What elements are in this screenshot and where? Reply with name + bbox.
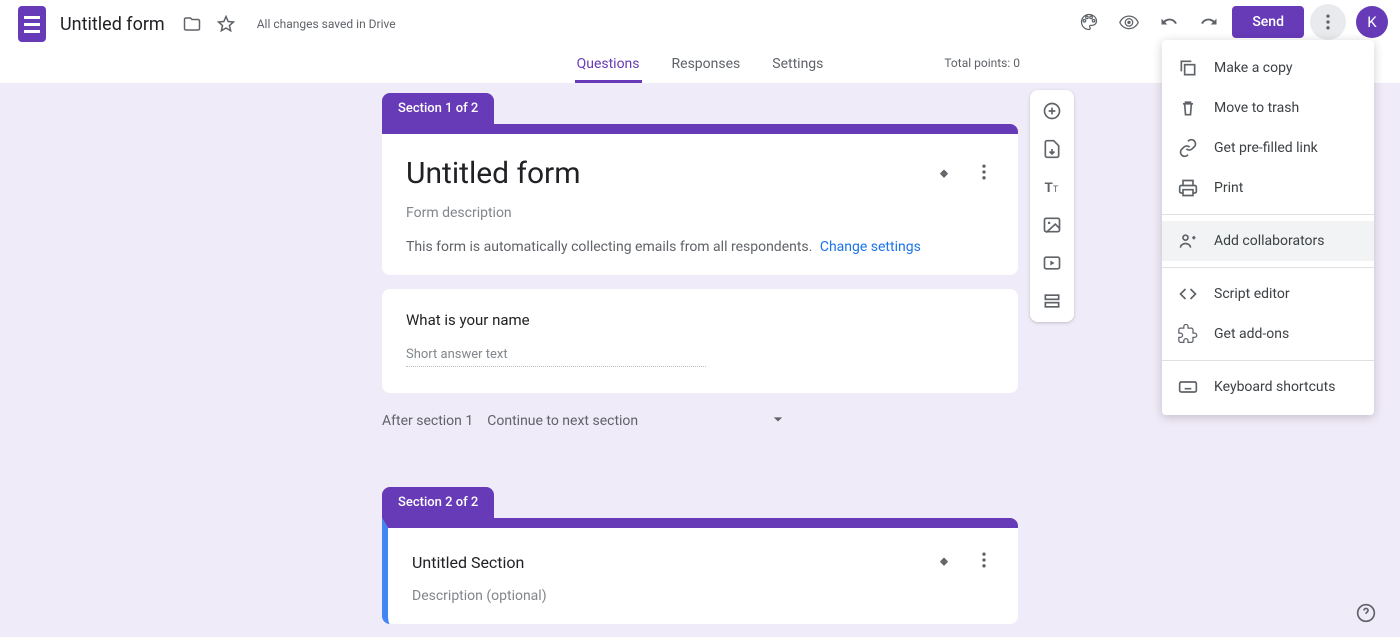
link-icon xyxy=(1178,138,1198,158)
account-avatar[interactable]: K xyxy=(1356,6,1388,38)
add-question-icon[interactable] xyxy=(1037,98,1067,124)
help-button[interactable] xyxy=(1352,599,1380,627)
tab-questions[interactable]: Questions xyxy=(575,48,642,83)
preview-icon[interactable] xyxy=(1112,5,1146,39)
more-menu-button[interactable] xyxy=(1310,4,1346,40)
floating-toolbar: TT xyxy=(1030,90,1074,322)
code-icon xyxy=(1178,284,1198,304)
change-settings-link[interactable]: Change settings xyxy=(820,239,921,255)
chevron-down-icon xyxy=(768,409,788,433)
more-menu-dropdown: Make a copy Move to trash Get pre-filled… xyxy=(1162,40,1374,415)
copy-icon xyxy=(1178,58,1198,78)
email-collection-notice: This form is automatically collecting em… xyxy=(406,239,994,255)
palette-icon[interactable] xyxy=(1072,5,1106,39)
document-title[interactable]: Untitled form xyxy=(60,14,165,35)
after-section-row: After section 1 Continue to next section xyxy=(382,409,1018,433)
menu-move-trash[interactable]: Move to trash xyxy=(1162,88,1374,128)
card-more-icon[interactable] xyxy=(974,162,994,186)
menu-prefilled-link[interactable]: Get pre-filled link xyxy=(1162,128,1374,168)
keyboard-icon xyxy=(1178,377,1198,397)
section-2-header-card[interactable]: Untitled Section Description (optional) xyxy=(382,518,1018,624)
forms-logo[interactable] xyxy=(12,4,52,44)
menu-get-addons[interactable]: Get add-ons xyxy=(1162,314,1374,354)
tab-responses[interactable]: Responses xyxy=(670,48,743,83)
after-section-label: After section 1 xyxy=(382,413,473,429)
section-1-tab: Section 1 of 2 xyxy=(382,93,494,124)
menu-add-collaborators[interactable]: Add collaborators xyxy=(1162,221,1374,261)
card-more-icon[interactable] xyxy=(974,550,994,574)
collapse-icon[interactable] xyxy=(934,550,954,574)
collapse-icon[interactable] xyxy=(934,162,954,186)
section-2-title[interactable]: Untitled Section xyxy=(412,553,524,572)
svg-text:T: T xyxy=(1053,185,1059,195)
section-2-tab: Section 2 of 2 xyxy=(382,487,494,518)
send-button[interactable]: Send xyxy=(1232,6,1304,38)
form-header-card[interactable]: Untitled form Form description This form… xyxy=(382,124,1018,275)
short-answer-placeholder: Short answer text xyxy=(406,347,706,367)
question-text[interactable]: What is your name xyxy=(406,311,994,329)
question-card[interactable]: What is your name Short answer text xyxy=(382,289,1018,393)
star-icon[interactable] xyxy=(209,7,243,41)
print-icon xyxy=(1178,178,1198,198)
add-title-icon[interactable]: TT xyxy=(1037,174,1067,200)
undo-icon[interactable] xyxy=(1152,5,1186,39)
save-status: All changes saved in Drive xyxy=(257,17,396,31)
after-section-select[interactable]: Continue to next section xyxy=(487,409,788,433)
addon-icon xyxy=(1178,324,1198,344)
menu-make-copy[interactable]: Make a copy xyxy=(1162,48,1374,88)
menu-keyboard-shortcuts[interactable]: Keyboard shortcuts xyxy=(1162,367,1374,407)
menu-print[interactable]: Print xyxy=(1162,168,1374,208)
folder-icon[interactable] xyxy=(175,7,209,41)
total-points-label: Total points: 0 xyxy=(944,56,1020,70)
form-title[interactable]: Untitled form xyxy=(406,156,581,191)
form-description[interactable]: Form description xyxy=(406,205,994,221)
add-section-icon[interactable] xyxy=(1037,288,1067,314)
svg-text:T: T xyxy=(1045,181,1053,196)
redo-icon[interactable] xyxy=(1192,5,1226,39)
add-video-icon[interactable] xyxy=(1037,250,1067,276)
import-questions-icon[interactable] xyxy=(1037,136,1067,162)
section-2-description[interactable]: Description (optional) xyxy=(412,588,994,604)
add-image-icon[interactable] xyxy=(1037,212,1067,238)
menu-script-editor[interactable]: Script editor xyxy=(1162,274,1374,314)
trash-icon xyxy=(1178,98,1198,118)
people-icon xyxy=(1178,231,1198,251)
tab-settings[interactable]: Settings xyxy=(770,48,825,83)
